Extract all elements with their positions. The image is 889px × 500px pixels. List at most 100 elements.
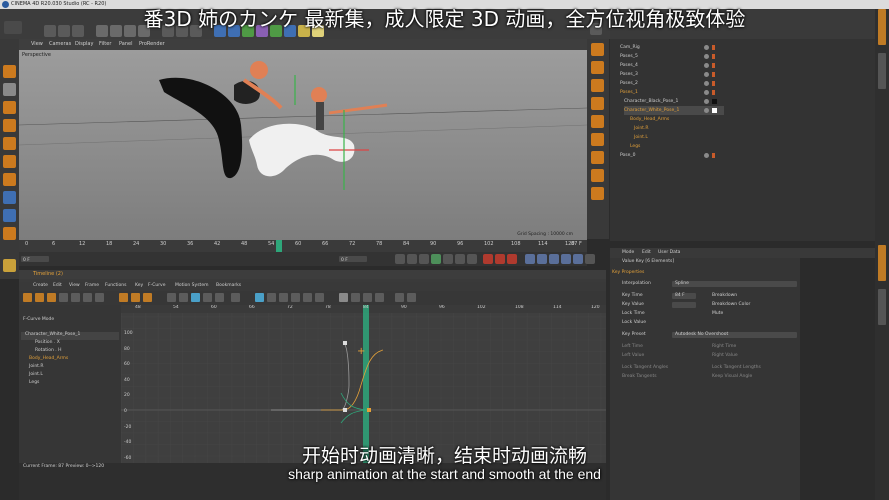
axis-mode-icon[interactable] [3,191,16,204]
attr-menu-user-data[interactable]: User Data [658,250,680,255]
tl-menu-fcurve[interactable]: F-Curve [148,283,166,288]
tl-menu-edit[interactable]: Edit [53,283,62,288]
materials-icon[interactable] [591,169,604,182]
zero-length-icon[interactable] [267,293,276,302]
object-row[interactable]: Cam_Rig [620,43,720,52]
position-key-icon[interactable] [525,254,535,264]
object-row[interactable]: Legs [630,142,730,151]
3d-viewport[interactable]: Perspective Grid Spacing : 10000 cm [19,50,587,240]
structure-icon[interactable] [591,97,604,110]
model-mode-icon[interactable] [3,83,16,96]
attr-menu-mode[interactable]: Mode [622,250,634,255]
object-row[interactable]: Body_Head_Arms [630,115,730,124]
unify-tangent-icon[interactable] [291,293,300,302]
autokey-icon[interactable] [495,254,505,264]
ease-in-icon[interactable] [203,293,212,302]
ease-out-icon[interactable] [215,293,224,302]
dopesheet-mode-icon[interactable] [23,293,32,302]
track-row[interactable]: Legs [21,380,119,388]
object-row[interactable]: Poses_1 [620,88,720,97]
key-value-field[interactable] [672,302,696,308]
auto-tangent-icon[interactable] [315,293,324,302]
tl-menu-motion-system[interactable]: Motion System [175,283,208,288]
step-interp-icon[interactable] [179,293,188,302]
prev-key-icon[interactable] [407,254,417,264]
solo-icon[interactable] [3,227,16,240]
start-frame-field[interactable]: 0 F [21,256,49,263]
menu-prorender[interactable]: ProRender [139,41,165,47]
snap-icon[interactable] [3,209,16,222]
menu-view[interactable]: View [31,41,43,47]
object-row[interactable]: Poses_4 [620,61,720,70]
interpolation-dropdown[interactable]: Spline [672,281,797,287]
motion-mode-icon[interactable] [47,293,56,302]
play-icon[interactable] [431,254,441,264]
break-tangent-icon[interactable] [279,293,288,302]
key-delete-icon[interactable] [131,293,140,302]
menu-panel[interactable]: Panel [119,41,133,47]
takes-icon[interactable] [591,133,604,146]
tab-layers[interactable] [878,289,886,325]
show-all-icon[interactable] [83,293,92,302]
scale-key-icon[interactable] [537,254,547,264]
keyframe-selection-icon[interactable] [507,254,517,264]
object-manager-icon[interactable] [591,43,604,56]
timeline-settings-icon[interactable] [585,254,595,264]
curve-overshoot-icon[interactable] [395,293,404,302]
linear-interp-icon[interactable] [167,293,176,302]
go-to-end-icon[interactable] [467,254,477,264]
object-row[interactable]: Poses_3 [620,70,720,79]
track-row[interactable]: Character_White_Pose_1 [21,332,119,340]
prev-frame-icon[interactable] [419,254,429,264]
next-key-icon[interactable] [455,254,465,264]
object-row[interactable]: Pose_0 [620,151,720,160]
tab-takes[interactable] [878,53,886,89]
curve-flat-icon[interactable] [375,293,384,302]
track-row[interactable]: Joint.L [21,372,119,380]
track-row[interactable]: Joint.R [21,364,119,372]
parameter-key-icon[interactable] [561,254,571,264]
polygons-mode-icon[interactable] [3,173,16,186]
track-row[interactable]: Position . X [21,340,119,348]
fcurve-mode-icon[interactable] [35,293,44,302]
attr-menu-edit[interactable]: Edit [642,250,651,255]
timeline-ruler[interactable]: 0 6 12 18 24 30 36 42 48 54 60 66 72 78 84 90 96 102 108 11… [19,240,587,252]
next-frame-icon[interactable] [443,254,453,264]
snap-keys-icon[interactable] [339,293,348,302]
object-row-selected[interactable]: Character_White_Pose_1 [624,106,724,115]
attribute-icon[interactable] [591,61,604,74]
spline-interp-icon[interactable] [191,293,200,302]
pla-key-icon[interactable] [573,254,583,264]
make-editable-icon[interactable] [3,65,16,78]
key-add-icon[interactable] [119,293,128,302]
track-row[interactable]: Body_Head_Arms [21,356,119,364]
object-row[interactable]: Joint.R [634,124,734,133]
key-time-field[interactable]: 84 F [672,293,696,299]
edges-mode-icon[interactable] [3,155,16,168]
link-view-icon[interactable] [71,293,80,302]
lock-tangent-icon[interactable] [303,293,312,302]
go-to-start-icon[interactable] [395,254,405,264]
tl-menu-create[interactable]: Create [33,283,48,288]
ease-ease-icon[interactable] [231,293,240,302]
tl-menu-view[interactable]: View [69,283,80,288]
key-copy-icon[interactable] [143,293,152,302]
tl-menu-key[interactable]: Key [135,283,143,288]
object-row[interactable]: Joint.L [634,133,734,142]
layer-icon[interactable] [591,79,604,92]
menu-display[interactable]: Display [75,41,93,47]
lock-workplane-icon[interactable] [3,259,16,272]
object-row[interactable]: Poses_5 [620,52,720,61]
rotation-key-icon[interactable] [549,254,559,264]
curve-normalize-icon[interactable] [351,293,360,302]
curve-tangent-icon[interactable] [363,293,372,302]
frame-all-icon[interactable] [95,293,104,302]
filter-icon[interactable] [59,293,68,302]
track-row[interactable]: Rotation . H [21,348,119,356]
playhead[interactable] [276,240,282,252]
object-row[interactable]: Poses_2 [620,79,720,88]
tl-menu-functions[interactable]: Functions [105,283,127,288]
tl-menu-bookmarks[interactable]: Bookmarks [216,283,241,288]
object-row[interactable]: Character_Black_Pose_1 [624,97,724,106]
key-preset-dropdown[interactable]: Autodesk No Overshoot [672,332,797,338]
